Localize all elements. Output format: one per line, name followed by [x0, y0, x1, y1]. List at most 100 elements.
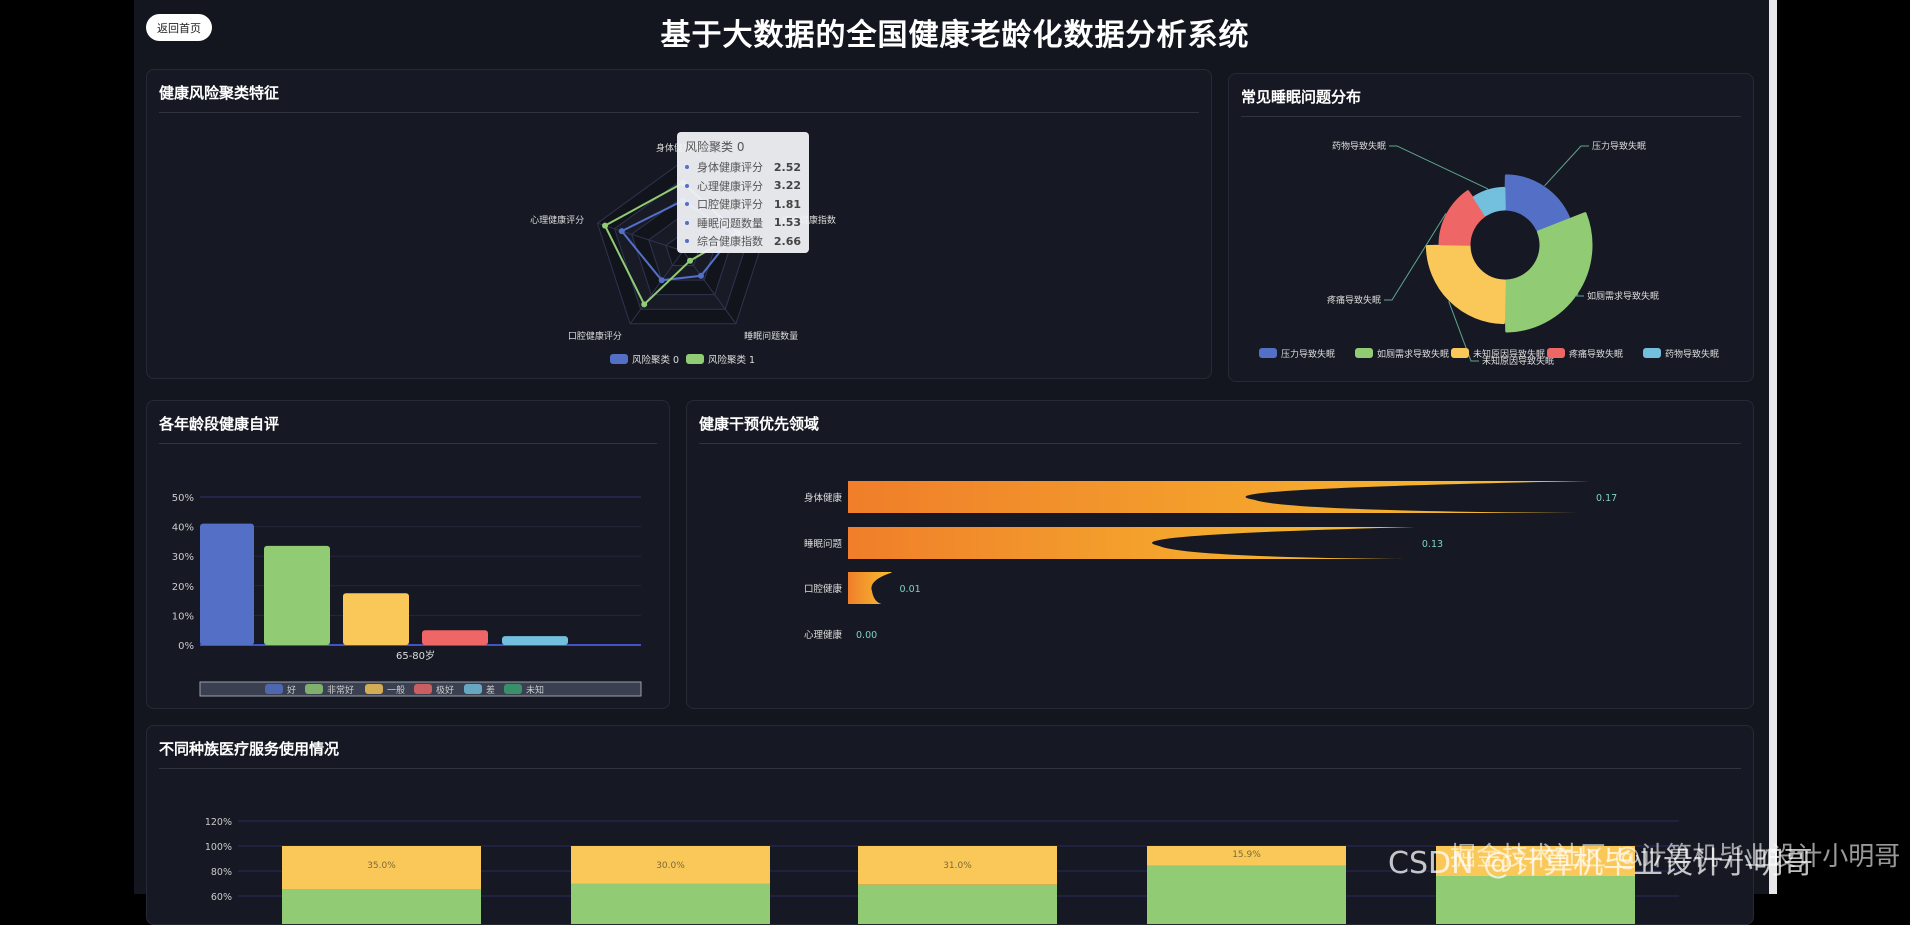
tooltip-label: 心理健康评分 — [697, 178, 774, 194]
bar — [502, 636, 568, 645]
y-tick-label: 20% — [172, 582, 194, 593]
segment-label: 15.9% — [1232, 850, 1261, 860]
radar-point — [687, 258, 693, 264]
radar-point — [659, 277, 665, 283]
legend-swatch — [686, 354, 704, 364]
legend-label: 如厕需求导致失眠 — [1377, 348, 1449, 360]
legend-swatch — [1547, 348, 1565, 358]
y-tick-label: 30% — [172, 552, 194, 563]
sleep-panel: 常见睡眠问题分布 压力导致失眠压力导致失眠如厕需求导致失眠如厕需求导致失眠未知原… — [1228, 73, 1754, 382]
rose-slice — [1427, 246, 1504, 323]
y-tick-label: 100% — [205, 842, 232, 853]
radar-point — [698, 273, 704, 279]
tooltip-title: 风险聚类 0 — [685, 138, 801, 155]
stacked-bar-segment — [571, 884, 770, 925]
radar-point — [619, 228, 625, 234]
slice-label: 疼痛导致失眠 — [1327, 294, 1381, 306]
legend-label: 一般 — [387, 684, 405, 696]
watermark: 掘金技术社区 @计算机毕业设计小明哥 — [1450, 836, 1900, 873]
category-label: 口腔健康 — [804, 583, 843, 595]
race-stacked-bar-chart[interactable]: 60%80%100%120%35.0%30.0%31.0%15.9% — [147, 726, 1754, 925]
segment-label: 35.0% — [367, 861, 396, 871]
legend-label: 风险聚类 0 — [632, 354, 679, 366]
legend-swatch — [1451, 348, 1469, 358]
y-tick-label: 10% — [172, 611, 194, 622]
legend-label: 非常好 — [327, 684, 354, 696]
stacked-bar-segment — [1436, 876, 1635, 925]
tooltip-value: 1.81 — [774, 198, 801, 211]
chart-tooltip: 风险聚类 0 身体健康评分2.52心理健康评分3.22口腔健康评分1.81睡眠问… — [677, 132, 809, 253]
slice-label: 药物导致失眠 — [1332, 140, 1386, 152]
tooltip-row: 心理健康评分3.22 — [685, 177, 801, 196]
stacked-bar-segment — [858, 885, 1057, 925]
tooltip-row: 身体健康评分2.52 — [685, 158, 801, 177]
radar-panel: 健康风险聚类特征 身体健康评分心理健康评分口腔健康评分睡眠问题数量综合健康指数风… — [146, 69, 1212, 379]
tooltip-value: 2.66 — [774, 235, 801, 248]
radar-indicator-label: 心理健康评分 — [530, 214, 584, 226]
segment-label: 31.0% — [943, 861, 972, 871]
category-label: 睡眠问题 — [804, 538, 843, 550]
label-leader-line — [1576, 294, 1584, 296]
legend-swatch — [504, 684, 522, 694]
legend-swatch — [265, 684, 283, 694]
value-label: 0.01 — [900, 584, 921, 595]
tooltip-row: 综合健康指数2.66 — [685, 232, 801, 251]
intervention-bar-chart[interactable]: 身体健康 0.17 睡眠问题 0.13 口腔健康 0.01 心理健康 0.00 — [687, 401, 1754, 709]
y-tick-label: 40% — [172, 523, 194, 534]
y-tick-label: 120% — [205, 817, 232, 828]
series-dot-icon — [685, 239, 689, 243]
series-dot-icon — [685, 184, 689, 188]
y-tick-label: 50% — [172, 493, 194, 504]
y-tick-label: 80% — [211, 867, 232, 878]
age-bar-chart[interactable]: 0%10%20%30%40%50%65-80岁好非常好一般极好差未知 — [147, 401, 670, 709]
tooltip-label: 身体健康评分 — [697, 159, 774, 175]
y-tick-label: 0% — [178, 641, 194, 652]
series-dot-icon — [685, 221, 689, 225]
value-label: 0.17 — [1596, 493, 1617, 504]
tooltip-row: 睡眠问题数量1.53 — [685, 214, 801, 233]
legend-label: 压力导致失眠 — [1281, 348, 1335, 360]
legend-label: 未知原因导致失眠 — [1473, 348, 1545, 360]
age-panel: 各年龄段健康自评 0%10%20%30%40%50%65-80岁好非常好一般极好… — [146, 400, 670, 709]
rose-slice — [1506, 214, 1591, 331]
radar-point — [641, 301, 647, 307]
page-title: 基于大数据的全国健康老龄化数据分析系统 — [0, 10, 1910, 54]
bar — [200, 524, 254, 645]
legend-label: 好 — [287, 684, 296, 696]
x-tick-label: 65-80岁 — [396, 649, 435, 662]
tooltip-row: 口腔健康评分1.81 — [685, 195, 801, 214]
legend-label: 疼痛导致失眠 — [1569, 348, 1623, 360]
legend-swatch — [610, 354, 628, 364]
slice-label: 如厕需求导致失眠 — [1587, 290, 1659, 302]
radar-indicator-label: 睡眠问题数量 — [744, 330, 798, 342]
category-label: 身体健康 — [804, 492, 843, 504]
tooltip-value: 1.53 — [774, 216, 801, 229]
tooltip-value: 2.52 — [774, 161, 801, 174]
label-leader-line — [1389, 146, 1488, 189]
radar-point — [602, 223, 608, 229]
legend-swatch — [1259, 348, 1277, 358]
scrollbar[interactable] — [1769, 0, 1777, 894]
series-dot-icon — [685, 165, 689, 169]
tooltip-label: 睡眠问题数量 — [697, 215, 774, 231]
race-panel: 不同种族医疗服务使用情况 60%80%100%120%35.0%30.0%31.… — [146, 725, 1754, 925]
legend-label: 药物导致失眠 — [1665, 348, 1719, 360]
legend-swatch — [1355, 348, 1373, 358]
legend-swatch — [464, 684, 482, 694]
category-label: 心理健康 — [804, 629, 843, 641]
bar — [422, 630, 488, 645]
tooltip-value: 3.22 — [774, 179, 801, 192]
label-leader-line — [1545, 146, 1589, 186]
rose-pie-chart[interactable]: 压力导致失眠压力导致失眠如厕需求导致失眠如厕需求导致失眠未知原因导致失眠未知原因… — [1229, 74, 1754, 382]
stacked-bar-segment — [282, 890, 481, 925]
legend-label: 未知 — [526, 684, 544, 696]
tooltip-label: 综合健康指数 — [697, 233, 774, 249]
slice-label: 压力导致失眠 — [1592, 140, 1646, 152]
value-label: 0.13 — [1422, 539, 1443, 550]
value-label: 0.00 — [856, 630, 877, 641]
series-dot-icon — [685, 202, 689, 206]
legend-swatch — [365, 684, 383, 694]
legend-swatch — [1643, 348, 1661, 358]
legend-label: 极好 — [436, 684, 454, 696]
stacked-bar-segment — [1147, 866, 1346, 925]
